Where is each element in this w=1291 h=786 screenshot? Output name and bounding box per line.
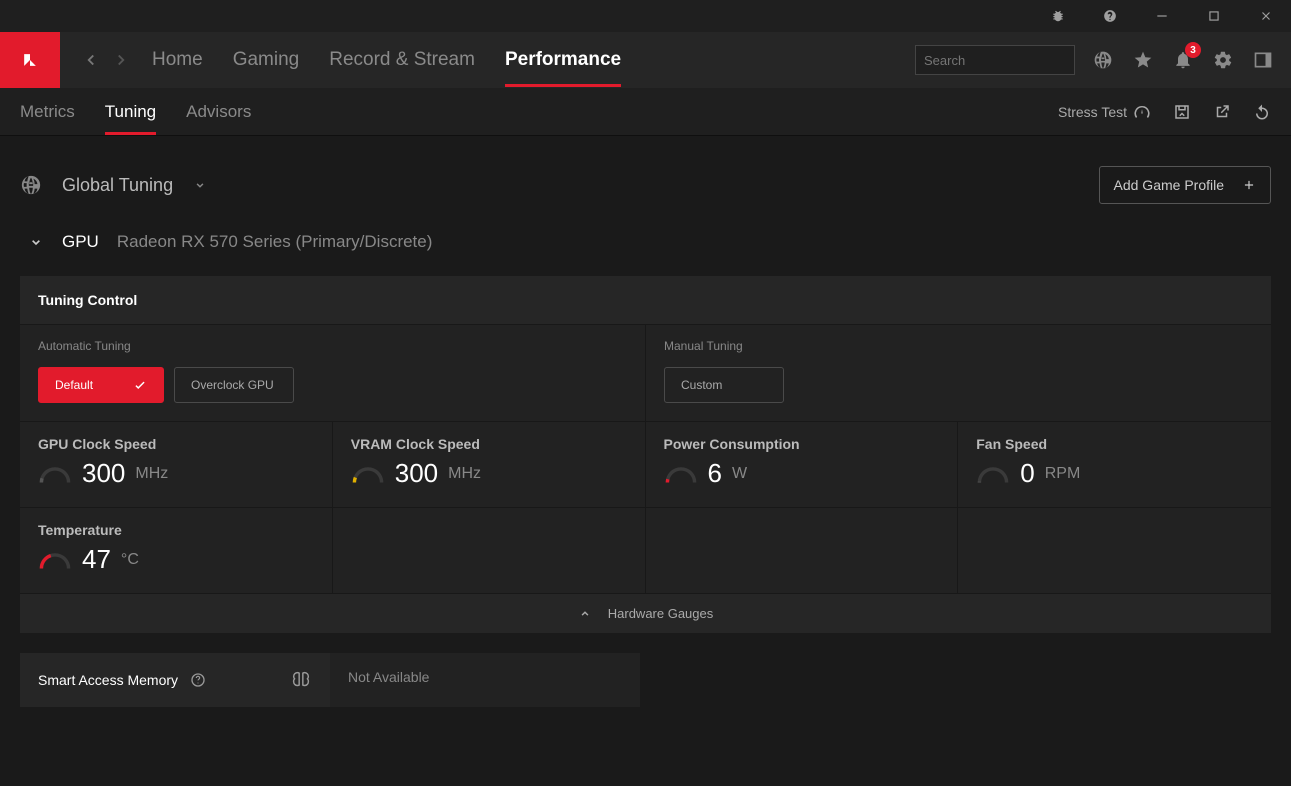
gauge-title: Fan Speed xyxy=(976,436,1253,452)
gauge-unit: MHz xyxy=(448,465,481,483)
web-icon[interactable] xyxy=(1087,44,1119,76)
gauge-arc-icon xyxy=(664,463,698,485)
gauges-grid: GPU Clock Speed 300 MHz VRAM Clock Speed… xyxy=(20,422,1271,594)
gauge-cell xyxy=(333,508,646,594)
plus-icon xyxy=(1242,178,1256,192)
gauge-arc-icon xyxy=(38,549,72,571)
tab-gaming[interactable]: Gaming xyxy=(233,35,300,85)
gauge-unit: W xyxy=(732,465,747,483)
gauge-value: 300 xyxy=(82,458,125,489)
gauge-cell xyxy=(958,508,1271,594)
gauge-title: Power Consumption xyxy=(664,436,940,452)
forward-button[interactable] xyxy=(112,51,130,69)
custom-label: Custom xyxy=(681,378,722,392)
help-icon[interactable] xyxy=(190,672,206,688)
tuning-control-panel: Tuning Control Automatic Tuning Default … xyxy=(20,276,1271,633)
gpu-label: GPU xyxy=(62,232,99,252)
gauge-arc-icon xyxy=(976,463,1010,485)
tuning-scope-selector[interactable]: Global Tuning xyxy=(20,174,207,196)
tuning-scope-label: Global Tuning xyxy=(62,175,173,196)
notifications-icon[interactable]: 3 xyxy=(1167,44,1199,76)
amd-logo[interactable] xyxy=(0,32,60,88)
minimize-button[interactable] xyxy=(1145,3,1179,29)
gauge-title: GPU Clock Speed xyxy=(38,436,314,452)
search-box[interactable] xyxy=(915,45,1075,75)
dock-icon[interactable] xyxy=(1247,44,1279,76)
add-game-profile-button[interactable]: Add Game Profile xyxy=(1099,166,1272,204)
help-icon[interactable] xyxy=(1093,3,1127,29)
gauge-value: 47 xyxy=(82,544,111,575)
gauge-arc-icon xyxy=(38,463,72,485)
search-input[interactable] xyxy=(924,53,1100,68)
back-button[interactable] xyxy=(82,51,100,69)
main-header: Home Gaming Record & Stream Performance … xyxy=(0,32,1291,88)
chevron-down-icon xyxy=(28,234,44,250)
manual-tuning-section: Manual Tuning Custom xyxy=(646,325,1271,421)
subtab-metrics[interactable]: Metrics xyxy=(20,90,75,134)
gauge-cell: Temperature 47 °C xyxy=(20,508,333,594)
subtab-tuning[interactable]: Tuning xyxy=(105,90,156,134)
chevron-down-icon xyxy=(193,178,207,192)
gpu-name: Radeon RX 570 Series (Primary/Discrete) xyxy=(117,232,433,252)
save-profile-icon[interactable] xyxy=(1173,103,1191,121)
gauges-footer-label: Hardware Gauges xyxy=(608,606,714,621)
add-profile-label: Add Game Profile xyxy=(1114,177,1225,193)
default-label: Default xyxy=(55,378,93,392)
gauge-cell: VRAM Clock Speed 300 MHz xyxy=(333,422,646,508)
gauge-arc-icon xyxy=(351,463,385,485)
gauge-cell: Power Consumption 6 W xyxy=(646,422,959,508)
reset-icon[interactable] xyxy=(1253,103,1271,121)
automatic-tuning-section: Automatic Tuning Default Overclock GPU xyxy=(20,325,646,421)
gauge-value: 6 xyxy=(708,458,722,489)
gauge-value: 300 xyxy=(395,458,438,489)
stress-test-button[interactable]: Stress Test xyxy=(1058,103,1151,121)
tab-record[interactable]: Record & Stream xyxy=(329,35,475,85)
settings-icon[interactable] xyxy=(1207,44,1239,76)
maximize-button[interactable] xyxy=(1197,3,1231,29)
sam-value: Not Available xyxy=(330,653,640,707)
titlebar xyxy=(0,0,1291,32)
smart-access-memory-row: Smart Access Memory Not Available xyxy=(20,653,1271,707)
overclock-label: Overclock GPU xyxy=(191,378,274,392)
notification-badge: 3 xyxy=(1185,42,1201,58)
gauge-value: 0 xyxy=(1020,458,1034,489)
gauge-cell xyxy=(646,508,959,594)
gauge-unit: °C xyxy=(121,551,139,569)
gpu-section-header[interactable]: GPU Radeon RX 570 Series (Primary/Discre… xyxy=(20,232,1271,252)
memory-icon xyxy=(290,669,312,691)
tab-home[interactable]: Home xyxy=(152,35,203,85)
overclock-gpu-button[interactable]: Overclock GPU xyxy=(174,367,294,403)
custom-preset-button[interactable]: Custom xyxy=(664,367,784,403)
auto-tuning-label: Automatic Tuning xyxy=(38,339,627,353)
chevron-up-icon xyxy=(578,607,592,621)
sam-label: Smart Access Memory xyxy=(38,672,178,688)
gauge-cell: Fan Speed 0 RPM xyxy=(958,422,1271,508)
gauge-icon xyxy=(1133,103,1151,121)
check-icon xyxy=(133,378,147,392)
stress-test-label: Stress Test xyxy=(1058,104,1127,120)
export-icon[interactable] xyxy=(1213,103,1231,121)
tab-performance[interactable]: Performance xyxy=(505,35,621,85)
bug-icon[interactable] xyxy=(1041,3,1075,29)
close-button[interactable] xyxy=(1249,3,1283,29)
gauge-unit: MHz xyxy=(135,465,168,483)
content-area: Global Tuning Add Game Profile GPU Radeo… xyxy=(0,136,1291,737)
panel-title: Tuning Control xyxy=(20,276,1271,325)
gauge-title: Temperature xyxy=(38,522,314,538)
gauge-unit: RPM xyxy=(1045,465,1081,483)
gauge-cell: GPU Clock Speed 300 MHz xyxy=(20,422,333,508)
bookmarks-icon[interactable] xyxy=(1127,44,1159,76)
subtab-advisors[interactable]: Advisors xyxy=(186,90,251,134)
hardware-gauges-toggle[interactable]: Hardware Gauges xyxy=(20,594,1271,633)
default-preset-button[interactable]: Default xyxy=(38,367,164,403)
gauge-title: VRAM Clock Speed xyxy=(351,436,627,452)
globe-icon xyxy=(20,174,42,196)
sub-header: Metrics Tuning Advisors Stress Test xyxy=(0,88,1291,136)
manual-tuning-label: Manual Tuning xyxy=(664,339,1253,353)
